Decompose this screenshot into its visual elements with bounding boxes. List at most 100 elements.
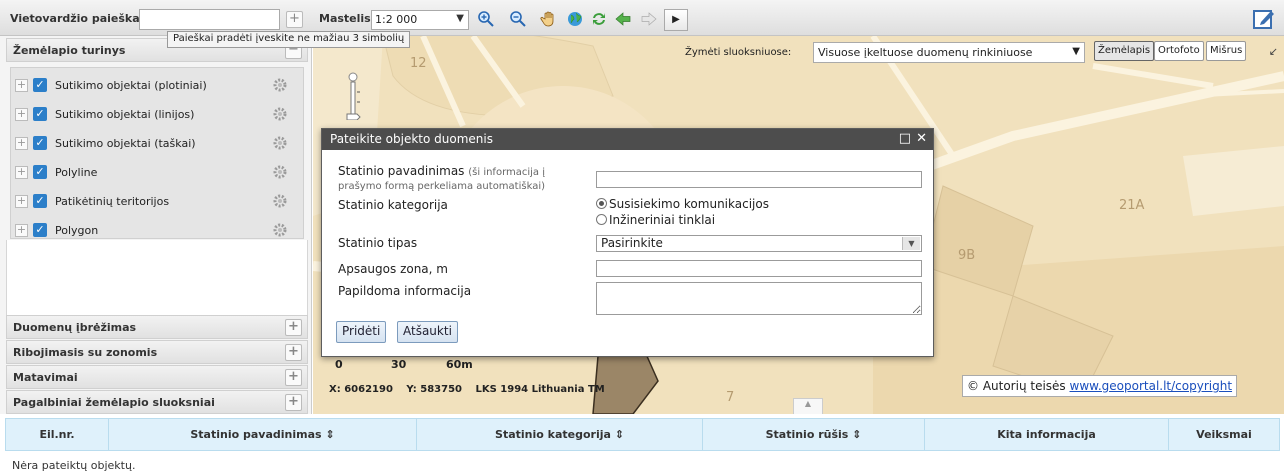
expand-icon[interactable]: + xyxy=(15,137,28,150)
search-input[interactable] xyxy=(139,9,280,30)
expand-section-button[interactable]: + xyxy=(285,319,302,336)
layer-filter-bar: Žymėti sluoksniuose: Visuose įkeltuose d… xyxy=(685,40,1284,66)
layer-checkbox[interactable]: ✓ xyxy=(33,223,47,237)
collapse-arrow-icon[interactable]: ↙ xyxy=(1269,45,1278,58)
layer-checkbox[interactable]: ✓ xyxy=(33,165,47,179)
section-label: Pagalbiniai žemėlapio sluoksniai xyxy=(13,396,215,409)
name-label-group: Statinio pavadinimas (ši informacija į p… xyxy=(338,165,588,193)
zone-label: Apsaugos zona, m xyxy=(338,262,448,276)
scale-value: 1:2 000 xyxy=(375,13,418,26)
layer-label: Polyline xyxy=(55,166,98,179)
section-aux-layers[interactable]: Pagalbiniai žemėlapio sluoksniai + xyxy=(6,390,308,414)
expand-section-button[interactable]: + xyxy=(285,344,302,361)
layer-row[interactable]: + ✓ Polyline xyxy=(15,163,301,185)
refresh-icon[interactable] xyxy=(590,10,608,28)
map-resize-handle[interactable]: ▲ xyxy=(793,398,823,414)
gear-icon[interactable] xyxy=(271,221,289,239)
map-label-21a: 21A xyxy=(1119,198,1145,213)
map-label-7: 7 xyxy=(726,390,735,405)
filter-select[interactable]: Visuose įkeltuose duomenų rinkiniuose ▼ xyxy=(813,42,1085,63)
zone-input[interactable] xyxy=(596,260,922,277)
scale-tick-0: 0 xyxy=(335,358,343,371)
add-button[interactable]: Pridėti xyxy=(336,321,387,343)
expand-icon[interactable]: + xyxy=(15,166,28,179)
expand-icon[interactable]: + xyxy=(15,195,28,208)
expand-section-button[interactable]: + xyxy=(285,394,302,411)
expand-section-button[interactable]: + xyxy=(285,369,302,386)
radio-selected-icon xyxy=(596,198,607,209)
scale-label: Mastelis: xyxy=(319,12,376,25)
scale-select[interactable]: 1:2 000 ▼ xyxy=(371,10,469,30)
gear-icon[interactable] xyxy=(271,134,289,152)
maptype-ortho-button[interactable]: Ortofoto xyxy=(1154,41,1204,61)
section-zones[interactable]: Ribojimasis su zonomis + xyxy=(6,340,308,364)
radio-label: Susisiekimo komunikacijos xyxy=(609,197,769,211)
cancel-button[interactable]: Atšaukti xyxy=(397,321,458,343)
layer-label: Sutikimo objektai (taškai) xyxy=(55,137,196,150)
maximize-icon[interactable]: □ xyxy=(899,131,911,146)
col-category[interactable]: Statinio kategorija ⇕ xyxy=(417,419,703,450)
expand-icon[interactable]: + xyxy=(15,108,28,121)
maptype-map-button[interactable]: Žemėlapis xyxy=(1094,41,1155,61)
zoom-out-icon[interactable] xyxy=(509,10,527,28)
search-add-button[interactable]: + xyxy=(286,11,303,28)
section-label: Matavimai xyxy=(13,371,78,384)
layer-row[interactable]: + ✓ Sutikimo objektai (plotiniai) xyxy=(15,76,301,98)
select-tool-button[interactable]: ▶ xyxy=(664,9,688,31)
layer-label: Polygon xyxy=(55,224,99,237)
col-actions: Veiksmai xyxy=(1196,428,1252,441)
globe-icon[interactable] xyxy=(566,10,584,28)
section-label: Ribojimasis su zonomis xyxy=(13,346,158,359)
copyright-text: © Autorių teisės xyxy=(967,379,1070,393)
copyright-link[interactable]: www.geoportal.lt/copyright xyxy=(1070,379,1233,393)
expand-icon[interactable]: + xyxy=(15,79,28,92)
search-tooltip: Paieškai pradėti įveskite ne mažiau 3 si… xyxy=(167,31,411,48)
maptype-hybrid-button[interactable]: Mišrus xyxy=(1206,41,1247,61)
expand-icon[interactable]: + xyxy=(15,224,28,237)
zoom-in-icon[interactable] xyxy=(477,10,495,28)
name-input[interactable] xyxy=(596,171,922,188)
gear-icon[interactable] xyxy=(271,105,289,123)
layer-row[interactable]: + ✓ Sutikimo objektai (linijos) xyxy=(15,105,301,127)
zoom-slider[interactable] xyxy=(345,72,365,120)
section-drawing[interactable]: Duomenų įbrėžimas + xyxy=(6,315,308,339)
gear-icon[interactable] xyxy=(271,192,289,210)
coordinates-readout: X: 6062190 Y: 583750 LKS 1994 Lithuania … xyxy=(329,384,615,395)
section-label: Duomenų įbrėžimas xyxy=(13,321,137,334)
layer-row[interactable]: + ✓ Sutikimo objektai (taškai) xyxy=(15,134,301,156)
info-textarea[interactable] xyxy=(596,282,922,315)
layer-checkbox[interactable]: ✓ xyxy=(33,194,47,208)
layer-checkbox[interactable]: ✓ xyxy=(33,136,47,150)
category-radio-transport[interactable]: Susisiekimo komunikacijos xyxy=(596,197,769,211)
coord-x: X: 6062190 xyxy=(329,384,393,395)
dialog-titlebar[interactable]: Pateikite objekto duomenis □ ✕ xyxy=(322,129,933,150)
layer-checkbox[interactable]: ✓ xyxy=(33,78,47,92)
edit-icon[interactable] xyxy=(1253,8,1275,30)
col-name[interactable]: Statinio pavadinimas ⇕ xyxy=(109,419,417,450)
pan-hand-icon[interactable] xyxy=(540,10,558,28)
col-number[interactable]: Eil.nr. xyxy=(6,419,109,450)
copyright-notice: © Autorių teisės www.geoportal.lt/copyri… xyxy=(962,375,1238,397)
gear-icon[interactable] xyxy=(271,163,289,181)
map-label-9b: 9B xyxy=(958,248,976,263)
back-arrow-icon[interactable] xyxy=(614,10,632,28)
filter-label: Žymėti sluoksniuose: xyxy=(685,47,792,58)
chevron-down-icon: ▼ xyxy=(456,13,464,24)
category-label: Statinio kategorija xyxy=(338,198,448,212)
table-header: Eil.nr. Statinio pavadinimas ⇕ Statinio … xyxy=(5,418,1280,451)
category-radio-engineering[interactable]: Inžineriniai tinklai xyxy=(596,213,715,227)
layer-checkbox[interactable]: ✓ xyxy=(33,107,47,121)
objects-table: Eil.nr. Statinio pavadinimas ⇕ Statinio … xyxy=(0,416,1284,475)
scale-tick-30: 30 xyxy=(391,358,407,371)
chevron-down-icon: ▼ xyxy=(902,237,920,250)
section-measure[interactable]: Matavimai + xyxy=(6,365,308,389)
scale-tick-60: 60m xyxy=(446,358,473,371)
close-icon[interactable]: ✕ xyxy=(916,131,927,146)
gear-icon[interactable] xyxy=(271,76,289,94)
type-select[interactable]: Pasirinkite ▼ xyxy=(596,235,922,252)
layer-label: Sutikimo objektai (linijos) xyxy=(55,108,195,121)
layer-row[interactable]: + ✓ Patikėtinių teritorijos xyxy=(15,192,301,214)
col-kind[interactable]: Statinio rūšis ⇕ xyxy=(703,419,925,450)
left-panel: Žemėlapio turinys − + ✓ Sutikimo objekta… xyxy=(0,36,312,414)
forward-arrow-icon[interactable] xyxy=(640,10,658,28)
